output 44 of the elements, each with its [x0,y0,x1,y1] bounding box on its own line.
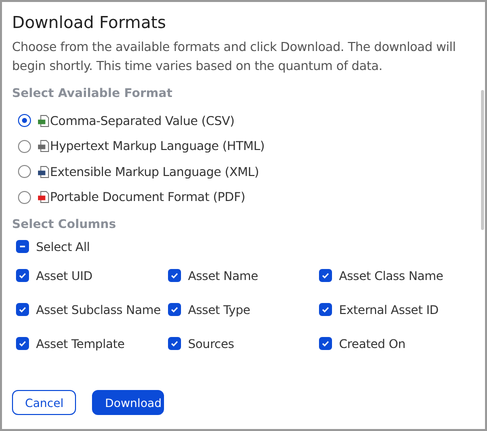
cancel-button[interactable]: Cancel [12,390,76,415]
check-icon [169,338,180,349]
check-icon [320,338,331,349]
checkbox[interactable] [168,303,181,316]
radio-button[interactable] [18,114,31,127]
format-label: Extensible Markup Language (XML) [50,164,259,178]
radio-button[interactable] [18,190,31,204]
checkbox-label: Asset Name [188,268,258,284]
checkbox[interactable] [168,269,181,282]
format-label: Comma-Separated Value (CSV) [50,114,234,128]
checkbox[interactable] [16,269,29,282]
checkbox-label: External Asset ID [339,302,439,318]
check-icon [320,304,331,315]
check-icon [17,304,28,315]
checkbox[interactable] [16,337,29,350]
checkbox-label: Asset Template [36,336,125,352]
format-label: Hypertext Markup Language (HTML) [50,139,265,153]
section-heading: Select Columns [12,216,117,232]
checkbox[interactable] [168,337,181,350]
radio-button[interactable] [18,140,31,152]
checkbox-label: Asset UID [36,268,92,284]
checkbox[interactable] [16,303,29,316]
dialog-description: Choose from the available formats and click Download. The download will begin shortly. This time varies based on the quantum of data. [12,38,457,75]
check-icon [320,270,331,281]
check-icon [17,338,28,349]
checkbox-label: Sources [188,336,234,352]
checkbox[interactable] [319,269,332,282]
checkbox-label: Select All [36,238,90,254]
check-icon [169,304,180,315]
check-icon [17,270,28,281]
section-heading: Select Available Format [12,85,174,102]
check-icon [169,270,180,281]
checkbox[interactable] [319,303,332,316]
checkbox-label: Asset Subclass Name [36,302,161,318]
download-button[interactable]: Download [92,390,164,415]
radio-button[interactable] [18,165,31,178]
checkbox-label: Asset Type [188,302,250,318]
scrollbar[interactable] [481,90,484,230]
checkbox-label: Asset Class Name [339,268,444,284]
dialog-title: Download Formats [12,12,168,34]
checkbox[interactable] [16,240,29,253]
format-label: Portable Document Format (PDF) [50,190,246,204]
checkbox[interactable] [319,337,332,350]
checkbox-label: Created On [339,336,406,352]
